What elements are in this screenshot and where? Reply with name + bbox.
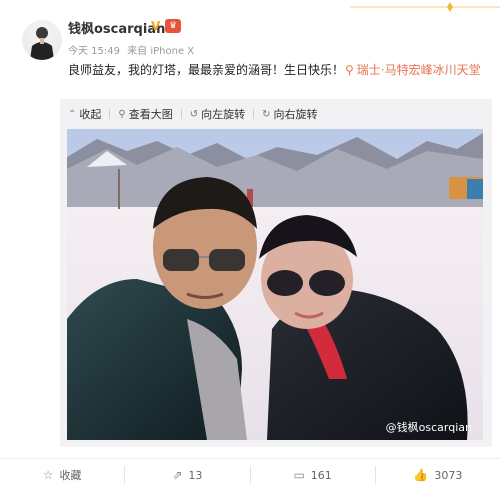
rotate-left-icon: ↺ xyxy=(189,108,199,120)
rotate-right-icon: ↻ xyxy=(262,108,271,120)
collapse-button[interactable]: ⌃ 收起 xyxy=(68,106,101,122)
like-count: 3073 xyxy=(434,468,463,482)
avatar[interactable] xyxy=(22,20,62,60)
collapse-icon: ⌃ xyxy=(68,108,77,120)
like-button[interactable]: 👍 3073 xyxy=(374,466,500,484)
post-meta: 今天 15:49 来自 iPhone X xyxy=(68,42,198,57)
post-source: 来自 iPhone X xyxy=(127,46,195,57)
post-time[interactable]: 今天 15:49 xyxy=(68,46,120,57)
photo-watermark: @钱枫oscarqian xyxy=(386,420,472,434)
view-large-label: 查看大图 xyxy=(128,108,173,121)
location-link[interactable]: ⚲ 瑞士·马特宏峰冰川天堂 xyxy=(345,61,481,78)
toolbar-divider xyxy=(180,109,182,119)
comment-button[interactable]: ▭ 161 xyxy=(249,466,375,484)
toolbar-divider xyxy=(109,109,111,119)
rotate-right-button[interactable]: ↻ 向右旋转 xyxy=(262,106,317,122)
decorative-ribbon-icon xyxy=(350,2,500,12)
favorite-label: 收藏 xyxy=(59,469,82,482)
rotate-right-label: 向右旋转 xyxy=(273,108,318,121)
repost-count: 13 xyxy=(188,468,203,482)
location-pin-icon: ⚲ xyxy=(345,63,354,77)
location-label: 瑞士·马特宏峰冰川天堂 xyxy=(356,63,481,77)
verified-badge-icon: V xyxy=(151,19,161,33)
post-text: 良师益友，我的灯塔，最最亲爱的涵哥！生日快乐！ xyxy=(68,63,345,77)
post-action-bar: ☆ 收藏 ⇗ 13 ▭ 161 👍 3073 xyxy=(0,458,500,491)
weibo-post-card: 钱枫oscarqian V ♛ 今天 15:49 来自 iPhone X 良师益… xyxy=(0,0,500,458)
comment-icon: ▭ xyxy=(293,468,305,482)
share-icon: ⇗ xyxy=(172,468,183,482)
thumbs-up-icon: 👍 xyxy=(413,468,429,482)
collapse-label: 收起 xyxy=(79,108,102,121)
favorite-button[interactable]: ☆ 收藏 xyxy=(0,466,124,484)
view-large-button[interactable]: ⚲ 查看大图 xyxy=(118,106,172,122)
repost-button[interactable]: ⇗ 13 xyxy=(124,466,249,484)
magnify-icon: ⚲ xyxy=(118,108,126,120)
rotate-left-label: 向左旋转 xyxy=(201,108,246,121)
star-icon: ☆ xyxy=(42,468,54,482)
comment-count: 161 xyxy=(310,468,332,482)
image-toolbar: ⌃ 收起 ⚲ 查看大图 ↺ 向左旋转 ↻ 向右旋转 xyxy=(68,107,326,121)
vip-badge-icon: ♛ xyxy=(165,19,181,33)
avatar-portrait-icon xyxy=(30,27,54,60)
rotate-left-button[interactable]: ↺ 向左旋转 xyxy=(190,106,245,122)
post-photo[interactable]: @钱枫oscarqian xyxy=(67,129,483,440)
toolbar-divider xyxy=(253,109,255,119)
